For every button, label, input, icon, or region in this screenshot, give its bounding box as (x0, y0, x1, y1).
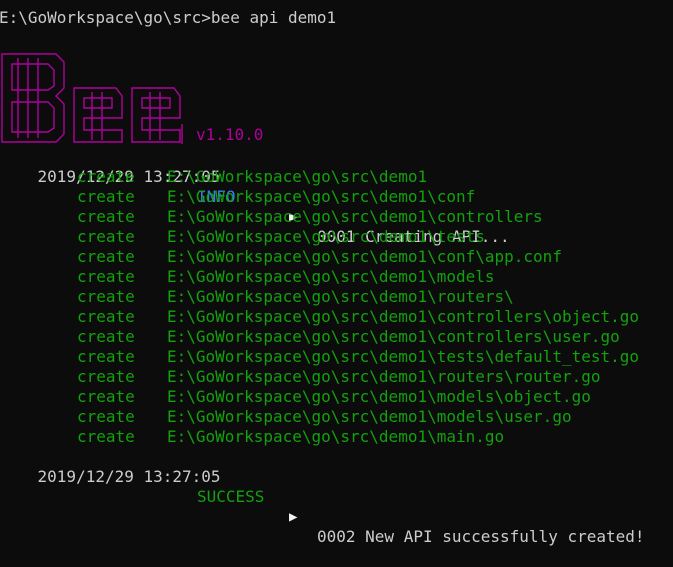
create-verb: create (77, 267, 135, 286)
created-path: E:\GoWorkspace\go\src\demo1\conf (167, 187, 476, 206)
create-verb: create (77, 327, 135, 346)
create-verb: create (77, 407, 135, 426)
create-verb: create (77, 247, 135, 266)
created-path: E:\GoWorkspace\go\src\demo1 (167, 167, 428, 186)
created-path: E:\GoWorkspace\go\src\demo1\models\objec… (167, 387, 591, 406)
bee-ascii-logo (1, 53, 183, 144)
created-path: E:\GoWorkspace\go\src\demo1\conf\app.con… (167, 247, 562, 266)
created-path: E:\GoWorkspace\go\src\demo1\models\user.… (167, 407, 572, 426)
create-verb: create (77, 427, 135, 446)
version-label: v1.10.0 (196, 125, 264, 144)
create-verb: create (77, 207, 135, 226)
created-path: E:\GoWorkspace\go\src\demo1\controllers\… (167, 327, 620, 346)
log-timestamp: 2019/12/29 13:27:05 (37, 467, 221, 486)
created-path: E:\GoWorkspace\go\src\demo1\main.go (167, 427, 505, 446)
create-verb: create (77, 387, 135, 406)
create-verb: create (77, 167, 135, 186)
created-path: E:\GoWorkspace\go\src\demo1\controllers (167, 207, 543, 226)
log-message: 0002 New API successfully created! (317, 527, 645, 546)
create-verb: create (77, 367, 135, 386)
log-line-success: 2019/12/29 13:27:05 SUCCESS ▶ 0002 New A… (0, 447, 645, 546)
command-line: E:\GoWorkspace\go\src>bee api demo1 (0, 8, 337, 27)
created-path: E:\GoWorkspace\go\src\demo1\routers\rout… (167, 367, 601, 386)
log-line-info: 2019/12/29 13:27:05 INFO ▶ 0001 Creating… (0, 147, 510, 246)
created-path: E:\GoWorkspace\go\src\demo1\models (167, 267, 495, 286)
created-path: E:\GoWorkspace\go\src\demo1\routers\ (167, 287, 514, 306)
created-path: E:\GoWorkspace\go\src\demo1\tests (167, 227, 485, 246)
create-verb: create (77, 187, 135, 206)
create-verb: create (77, 227, 135, 246)
created-path: E:\GoWorkspace\go\src\demo1\controllers\… (167, 307, 640, 326)
created-path: E:\GoWorkspace\go\src\demo1\tests\defaul… (167, 347, 640, 366)
log-level-success: SUCCESS (197, 487, 265, 506)
create-verb: create (77, 287, 135, 306)
create-verb: create (77, 347, 135, 366)
play-arrow-icon: ▶ (289, 509, 298, 525)
terminal-window[interactable]: E:\GoWorkspace\go\src>bee api demo1 v1.1… (0, 0, 673, 546)
create-verb: create (77, 307, 135, 326)
